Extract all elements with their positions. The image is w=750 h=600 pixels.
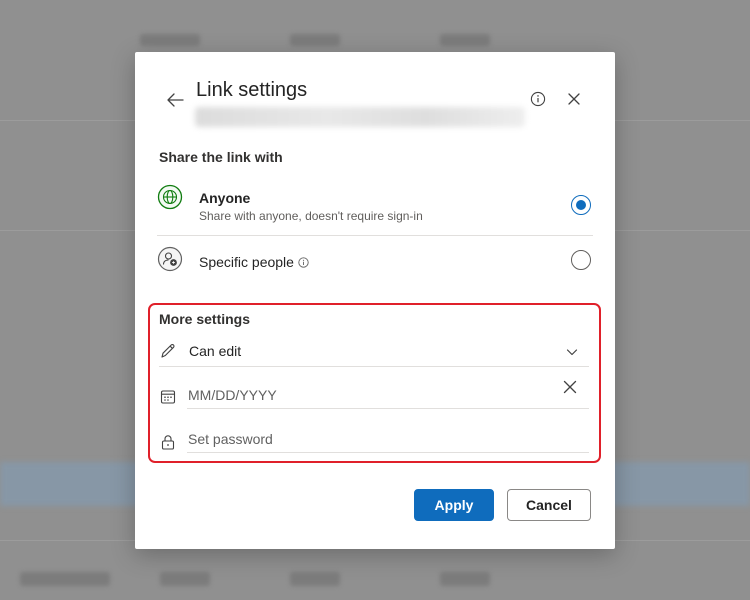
- expiration-date-row: [159, 378, 589, 409]
- info-icon[interactable]: [298, 257, 309, 268]
- background-blur: [440, 572, 490, 586]
- apply-button[interactable]: Apply: [414, 489, 494, 521]
- permission-dropdown[interactable]: Can edit: [159, 338, 589, 367]
- pencil-icon: [161, 344, 175, 358]
- close-button[interactable]: [563, 88, 585, 110]
- option-anyone-title: Anyone: [199, 190, 251, 206]
- option-specific-people[interactable]: Specific people: [157, 242, 593, 280]
- info-icon: [530, 91, 546, 107]
- background-blur: [290, 572, 340, 586]
- background-blur: [290, 34, 340, 46]
- option-specific-people-title: Specific people: [199, 254, 309, 270]
- radio-specific-people[interactable]: [571, 250, 591, 270]
- back-button[interactable]: [163, 88, 187, 112]
- option-specific-people-label: Specific people: [199, 254, 294, 270]
- arrow-left-icon: [167, 93, 184, 107]
- password-row: [159, 425, 589, 453]
- calendar-icon: [160, 390, 176, 404]
- share-section-label: Share the link with: [159, 149, 283, 165]
- radio-anyone-selected[interactable]: [571, 195, 591, 215]
- dialog-title: Link settings: [196, 79, 308, 101]
- link-settings-dialog: Link settings Share the link with Anyone…: [135, 52, 615, 549]
- globe-icon: [157, 184, 183, 210]
- blurred-file-name: [195, 107, 525, 127]
- lock-icon: [161, 435, 175, 450]
- cancel-button[interactable]: Cancel: [507, 489, 591, 521]
- more-settings-label: More settings: [159, 311, 251, 327]
- background-blur: [440, 34, 490, 46]
- people-icon: [157, 246, 183, 272]
- expiration-date-input[interactable]: [187, 381, 589, 409]
- password-input[interactable]: [187, 425, 589, 453]
- clear-date-icon[interactable]: [561, 378, 579, 396]
- info-button[interactable]: [527, 88, 549, 110]
- option-anyone[interactable]: Anyone Share with anyone, doesn't requir…: [157, 182, 593, 236]
- close-icon: [568, 93, 580, 105]
- background-blur: [160, 572, 210, 586]
- background-blur: [20, 572, 110, 586]
- background-blur: [140, 34, 200, 46]
- permission-value: Can edit: [189, 343, 242, 359]
- chevron-down-icon: [566, 349, 578, 356]
- option-anyone-description: Share with anyone, doesn't require sign-…: [199, 209, 423, 223]
